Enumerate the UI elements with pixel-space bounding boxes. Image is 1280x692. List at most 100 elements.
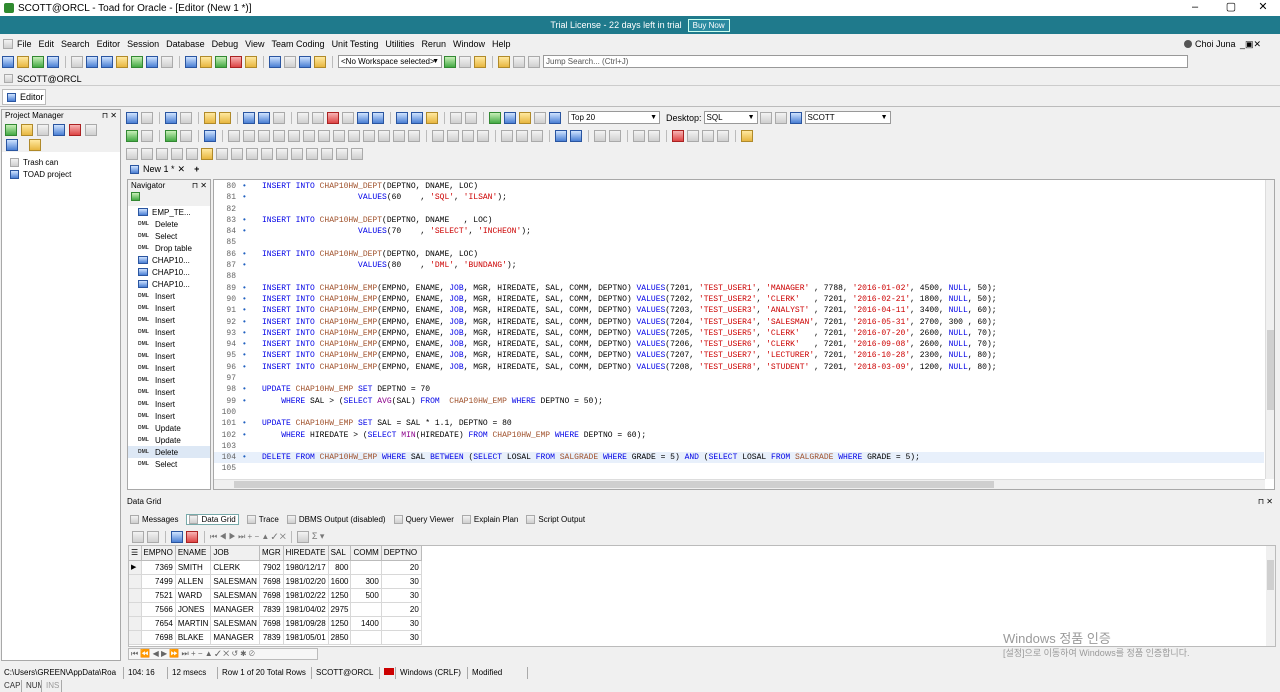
tool-icon[interactable] (165, 111, 177, 124)
menu-unit-testing[interactable]: Unit Testing (332, 39, 379, 49)
grid-cell[interactable]: 1600 (328, 574, 352, 589)
navigator-item[interactable]: DML Insert (128, 410, 210, 422)
grid-cell[interactable] (350, 560, 382, 575)
table-row[interactable]: 7566 JONES MANAGER 7839 1981/04/02 2975 20 (129, 602, 422, 617)
tool-icon[interactable] (432, 129, 444, 142)
grid-cell[interactable]: 30 (381, 588, 422, 603)
tree-view-icon[interactable] (6, 139, 18, 151)
menu-rerun[interactable]: Rerun (421, 39, 446, 49)
print-icon[interactable] (297, 111, 309, 124)
sql-editor[interactable]: 80 • INSERT INTO CHAP10HW_DEPT(DEPTNO, DNA… (213, 179, 1275, 490)
column-header-sal[interactable]: SAL (328, 546, 352, 561)
grid-cell[interactable]: ALLEN (175, 574, 212, 589)
navigator-item[interactable]: DML Insert (128, 398, 210, 410)
buy-now-button[interactable]: Buy Now (687, 18, 730, 32)
grid-cell[interactable]: MANAGER (210, 630, 260, 645)
table-row[interactable]: 7521 WARD SALESMAN 7698 1981/02/22 1250 500 30 (129, 588, 422, 603)
connection-tab[interactable]: SCOTT@ORCL (17, 74, 82, 84)
close-tab-icon[interactable]: ✕ (178, 164, 186, 175)
tool-icon[interactable] (459, 55, 471, 68)
navigator-item[interactable]: CHAP10... (128, 266, 210, 278)
tool-icon[interactable] (702, 129, 714, 142)
grid-cell[interactable]: 30 (381, 616, 422, 631)
panel-pin-close-icon[interactable]: ⊓ ✕ (1258, 496, 1273, 508)
grid-cell[interactable]: JONES (175, 602, 212, 617)
minimize-button[interactable]: – (1178, 0, 1212, 16)
grid-vertical-scrollbar[interactable] (1266, 546, 1275, 646)
tab-dbms-output-disabled[interactable]: DBMS Output (disabled) (286, 514, 386, 524)
navigator-item[interactable]: DML Select (128, 458, 210, 470)
column-header-empno[interactable]: EMPNO (141, 546, 176, 561)
navigator-item[interactable]: DML Delete (128, 218, 210, 230)
row-indicator[interactable] (129, 574, 142, 589)
tool-icon[interactable] (501, 129, 513, 142)
navigator-item[interactable]: EMP_TE... (128, 206, 210, 218)
folder-icon[interactable] (21, 124, 33, 136)
tool-icon[interactable] (261, 147, 273, 160)
tool-icon[interactable] (462, 129, 474, 142)
column-header-job[interactable]: JOB (210, 546, 260, 561)
grid-cell[interactable]: 20 (381, 602, 422, 617)
tool-icon[interactable] (465, 111, 477, 124)
column-header-hiredate[interactable]: HIREDATE (283, 546, 329, 561)
grid-cell[interactable]: 1250 (328, 616, 352, 631)
grid-cell[interactable] (350, 630, 382, 645)
grid-cell[interactable]: 30 (381, 574, 422, 589)
tool-icon[interactable] (185, 55, 197, 68)
tool-icon[interactable] (447, 129, 459, 142)
tool-icon[interactable] (243, 129, 255, 142)
tool-icon[interactable] (165, 129, 177, 142)
grid-navigator-bar[interactable]: ⏮ ⏪ ◀ ▶ ⏩ ⏭ + − ▲ ✓ ✕ ↺ ✱ ⊘ (128, 648, 318, 660)
tool-icon[interactable] (37, 124, 49, 136)
tab-trace[interactable]: Trace (246, 514, 279, 524)
grid-cell[interactable]: SALESMAN (210, 588, 260, 603)
grid-cell[interactable]: 7839 (259, 602, 284, 617)
grid-cell[interactable]: BLAKE (175, 630, 212, 645)
grid-cell[interactable]: 1981/09/28 (283, 616, 329, 631)
doc-tab-new1[interactable]: New 1 * (143, 164, 175, 174)
tool-icon[interactable] (200, 55, 212, 68)
schema-select[interactable]: SCOTT ▼ (804, 111, 891, 124)
open-file-icon[interactable] (204, 111, 216, 124)
row-indicator[interactable] (129, 588, 142, 603)
menu-window[interactable]: Window (453, 39, 485, 49)
app-menu-icon[interactable] (3, 39, 13, 49)
user-area[interactable]: Choi Juna (1184, 39, 1236, 49)
close-button[interactable]: ✕ (1246, 0, 1280, 16)
tab-data-grid[interactable]: Data Grid (186, 513, 239, 525)
navigator-item[interactable]: DML Delete (128, 446, 210, 458)
tool-icon[interactable] (180, 111, 192, 124)
tool-icon[interactable] (363, 129, 375, 142)
navigator-item[interactable]: DML Insert (128, 362, 210, 374)
grid-cell[interactable]: 1981/02/22 (283, 588, 329, 603)
tool-icon[interactable] (132, 530, 144, 543)
tool-icon[interactable] (351, 147, 363, 160)
grid-cell[interactable]: 1981/04/02 (283, 602, 329, 617)
navigator-item[interactable]: DML Insert (128, 326, 210, 338)
grid-cell[interactable]: 1250 (328, 588, 352, 603)
tool-icon[interactable] (156, 147, 168, 160)
grid-cell[interactable]: 7902 (259, 560, 284, 575)
folder-view-icon[interactable] (29, 139, 41, 151)
navigator-item[interactable]: CHAP10... (128, 278, 210, 290)
save-all-icon[interactable] (258, 111, 270, 124)
grid-corner-icon[interactable]: ☰ (129, 546, 142, 561)
tool-icon[interactable] (314, 55, 326, 68)
table-row[interactable]: 7654 MARTIN SALESMAN 7698 1981/09/28 1250 1400… (129, 616, 422, 631)
tool-icon[interactable] (426, 111, 438, 124)
tool-icon[interactable] (741, 129, 753, 142)
tool-icon[interactable] (141, 111, 153, 124)
save-icon[interactable] (243, 111, 255, 124)
tool-icon[interactable] (444, 55, 456, 68)
tool-icon[interactable] (180, 129, 192, 142)
tool-icon[interactable] (519, 111, 531, 124)
tool-icon[interactable] (477, 129, 489, 142)
execute-icon[interactable] (126, 129, 138, 142)
tool-icon[interactable] (534, 111, 546, 124)
grid-cell[interactable]: 7369 (141, 560, 176, 575)
grid-cell[interactable]: 2850 (328, 630, 352, 645)
mdi-controls[interactable]: _▣✕ (1240, 39, 1261, 50)
editor-window-tab[interactable]: Editor (2, 89, 46, 105)
grid-cell[interactable]: 7698 (259, 616, 284, 631)
grid-cell[interactable]: 7698 (259, 574, 284, 589)
